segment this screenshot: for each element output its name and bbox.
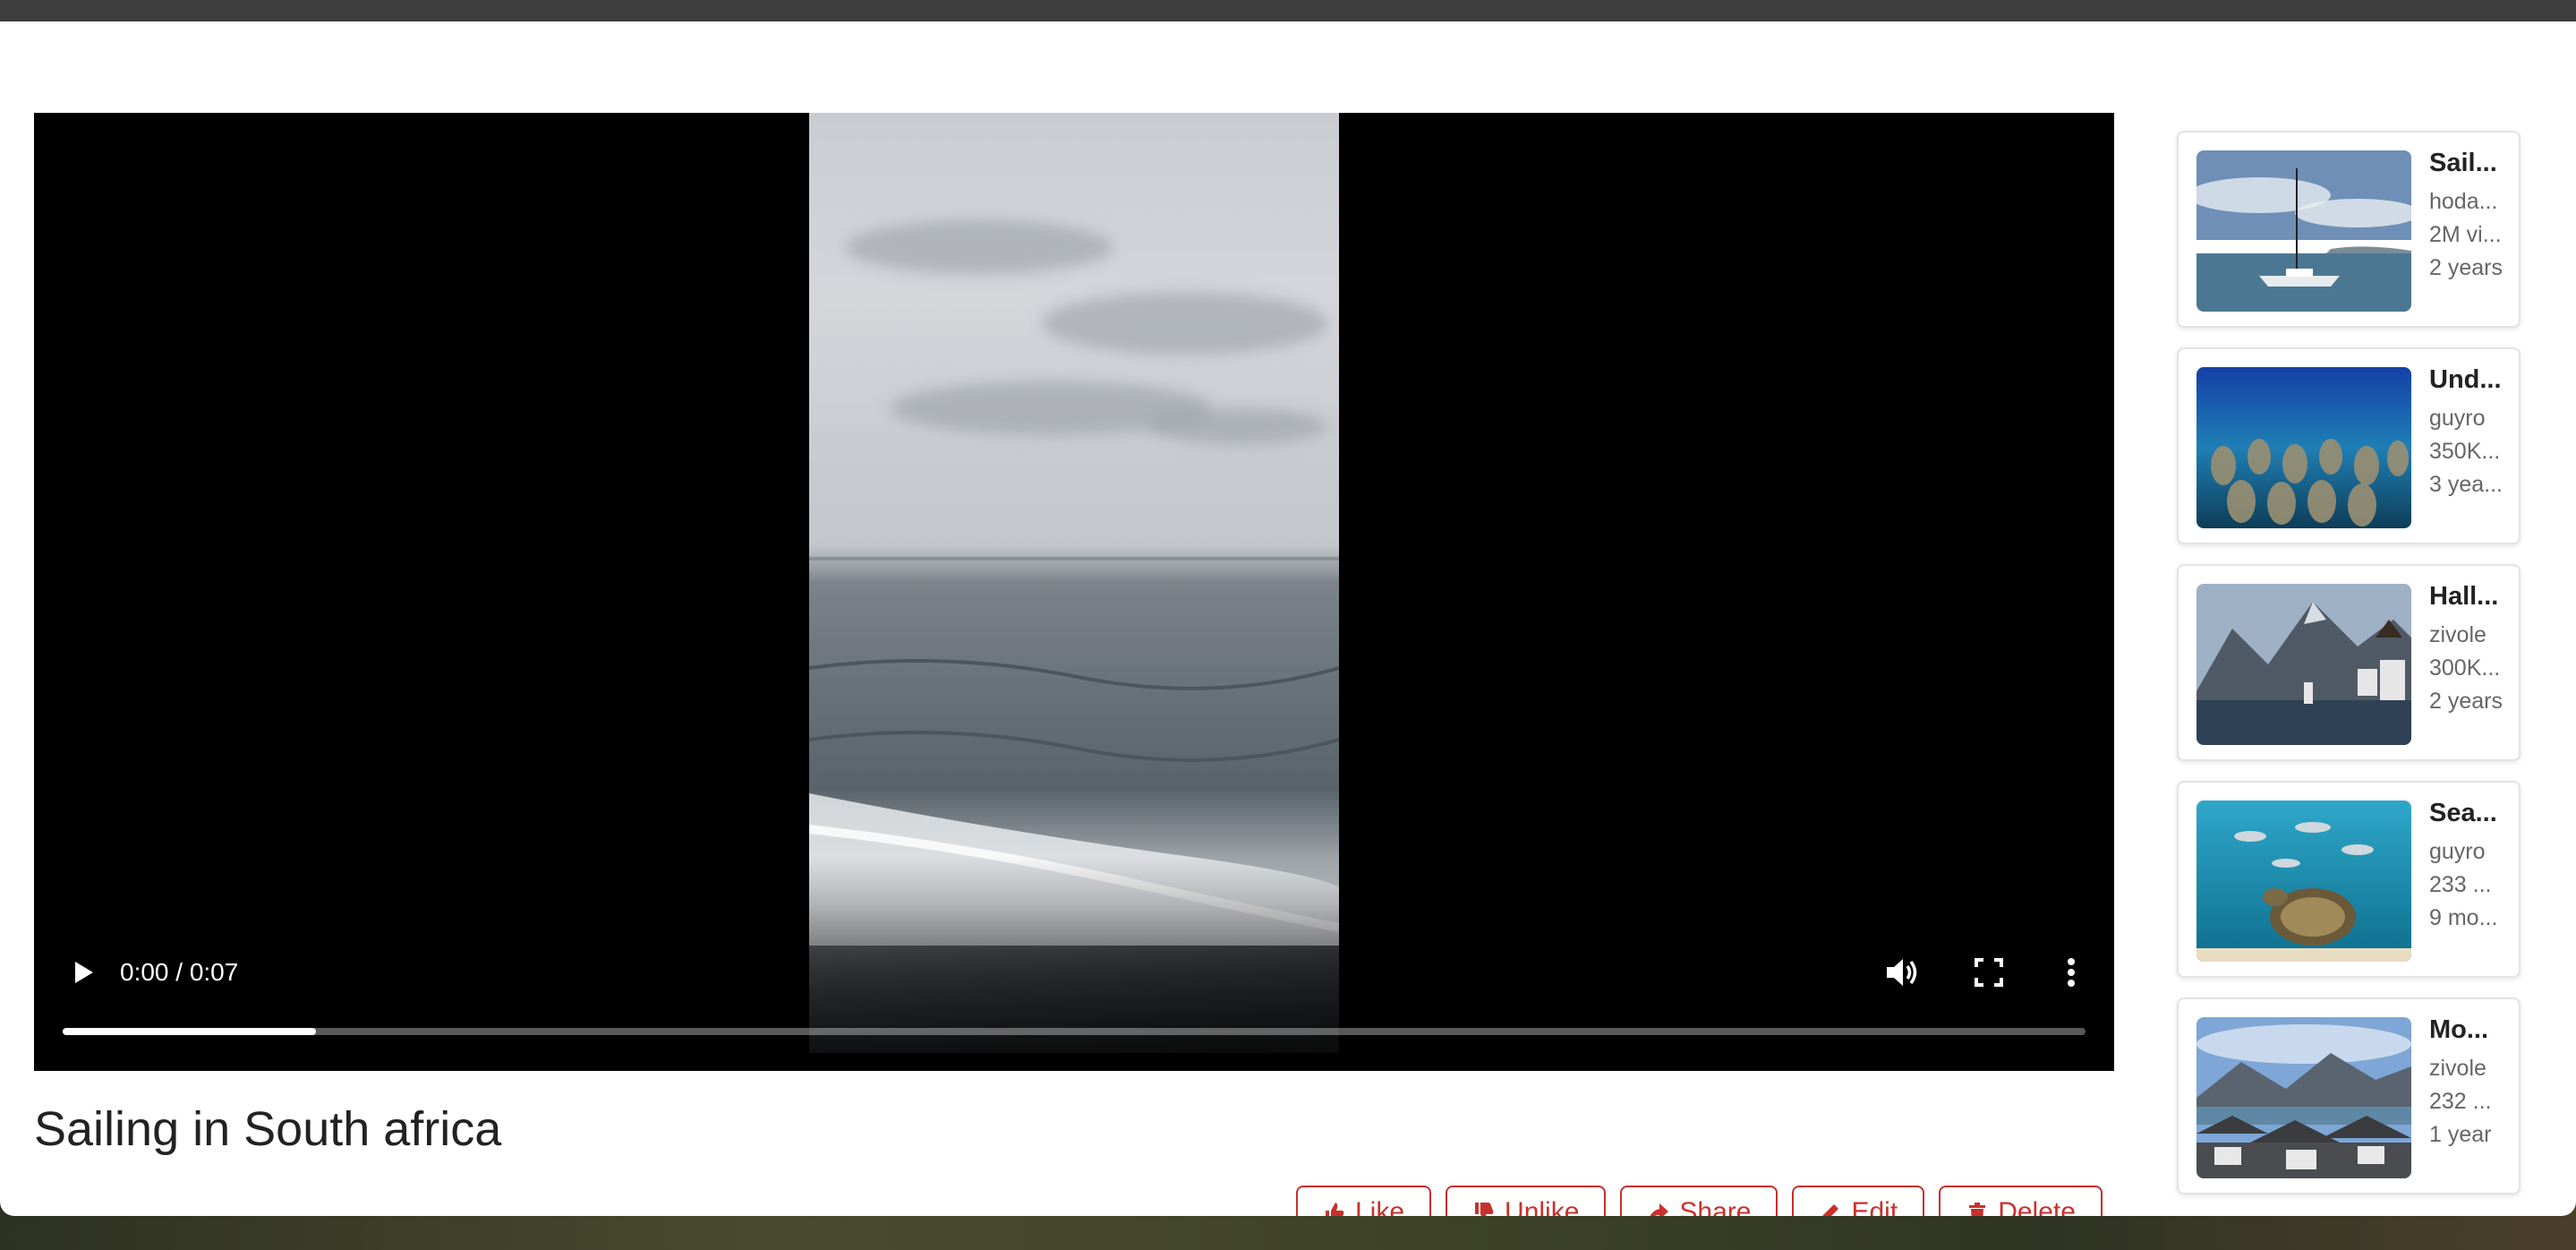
fullscreen-button[interactable]: [1969, 953, 2009, 992]
related-video-title: Sea...: [2429, 799, 2497, 827]
related-video-views: 232 ...: [2429, 1089, 2492, 1114]
related-video-channel: guyro: [2429, 839, 2486, 864]
video-thumbnail: [2196, 1017, 2411, 1178]
more-options-button[interactable]: [2059, 953, 2084, 992]
related-video-views: 300K...: [2429, 655, 2501, 681]
related-video-card[interactable]: Hall... zivole 300K... 2 years: [2177, 564, 2521, 761]
related-video-card[interactable]: Mo... zivole 232 ... 1 year: [2177, 997, 2521, 1194]
video-thumbnail: [2196, 801, 2411, 962]
controls-overlay: [34, 856, 2114, 1071]
related-video-age: 2 years: [2429, 689, 2503, 714]
related-video-views: 233 ...: [2429, 872, 2492, 897]
time-display: 0:00 / 0:07: [120, 958, 239, 986]
related-video-age: 2 years: [2429, 255, 2503, 280]
related-video-title: Hall...: [2429, 582, 2499, 611]
unlike-button[interactable]: Unlike: [1446, 1186, 1607, 1216]
related-video-age: 3 yea...: [2429, 472, 2503, 497]
related-video-age: 1 year: [2429, 1122, 2492, 1147]
main-panel: 0:00 / 0:07 Sailing in South africa Like…: [0, 21, 2576, 1216]
edit-icon: [1819, 1201, 1842, 1216]
video-title: Sailing in South africa: [34, 1102, 502, 1156]
edit-button[interactable]: Edit: [1792, 1186, 1925, 1216]
like-label: Like: [1355, 1197, 1405, 1216]
video-thumbnail: [2196, 367, 2411, 528]
trash-icon: [1966, 1201, 1989, 1216]
video-thumbnail: [2196, 584, 2411, 745]
like-button[interactable]: Like: [1296, 1186, 1432, 1216]
delete-label: Delete: [1998, 1197, 2076, 1216]
related-video-channel: zivole: [2429, 1056, 2486, 1081]
related-video-age: 9 mo...: [2429, 905, 2498, 930]
share-icon: [1647, 1201, 1670, 1216]
play-button[interactable]: [64, 955, 100, 990]
video-actions: Like Unlike Share Edit Delete: [1296, 1186, 2103, 1216]
related-video-card[interactable]: Und... guyro 350K... 3 yea...: [2177, 347, 2521, 544]
progress-bar[interactable]: [63, 1028, 2086, 1035]
delete-button[interactable]: Delete: [1939, 1186, 2103, 1216]
top-bar: [0, 0, 2576, 21]
related-video-title: Und...: [2429, 365, 2502, 394]
related-video-card[interactable]: Sail... hoda... 2M vi... 2 years: [2177, 131, 2521, 328]
video-player[interactable]: 0:00 / 0:07: [34, 113, 2114, 1071]
related-video-channel: zivole: [2429, 622, 2486, 647]
thumbs-down-icon: [1472, 1201, 1496, 1216]
unlike-label: Unlike: [1505, 1197, 1580, 1216]
thumbs-up-icon: [1323, 1201, 1346, 1216]
volume-button[interactable]: [1881, 953, 1921, 992]
related-video-channel: guyro: [2429, 406, 2486, 431]
related-video-channel: hoda...: [2429, 189, 2498, 214]
fullscreen-icon: [1975, 958, 2003, 987]
more-vertical-icon: [2068, 958, 2075, 987]
volume-icon: [1887, 959, 1917, 986]
video-thumbnail: [2196, 150, 2411, 312]
share-button[interactable]: Share: [1620, 1186, 1778, 1216]
edit-label: Edit: [1851, 1197, 1898, 1216]
related-video-views: 2M vi...: [2429, 222, 2502, 247]
related-video-title: Mo...: [2429, 1015, 2489, 1044]
play-icon: [75, 962, 93, 983]
related-video-card[interactable]: Sea... guyro 233 ... 9 mo...: [2177, 781, 2521, 978]
progress-fill: [63, 1028, 316, 1035]
related-video-views: 350K...: [2429, 439, 2501, 464]
share-label: Share: [1679, 1197, 1752, 1216]
related-video-title: Sail...: [2429, 149, 2497, 177]
